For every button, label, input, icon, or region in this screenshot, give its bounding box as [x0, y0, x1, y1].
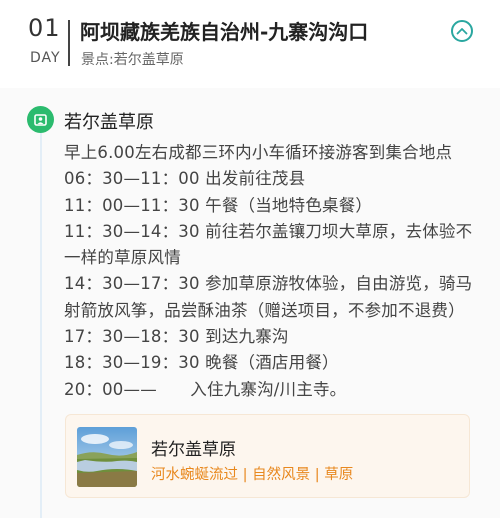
spot-name: 若尔盖草原 — [64, 112, 154, 133]
day-detail-panel: 若尔盖草原 早上6.00左右成都三环内小车循环接游客到集合地点 06：30—11… — [0, 88, 500, 518]
itinerary-line: 14：30—17：30 参加草原游牧体验，自由游览，骑马 — [64, 274, 473, 294]
itinerary-line: 11：30—14：30 前往若尔盖镶刀坝大草原，去体验不 — [64, 221, 473, 241]
itinerary-list: 早上6.00左右成都三环内小车循环接游客到集合地点 06：30—11：00 出发… — [64, 140, 474, 403]
timeline-line — [40, 128, 42, 518]
day-number: 01 — [28, 14, 61, 42]
day-divider — [68, 20, 70, 66]
itinerary-line: 一样的草原风情 — [64, 248, 181, 268]
card-title: 若尔盖草原 — [151, 440, 236, 460]
spot-card[interactable]: 若尔盖草原 河水蜿蜒流过 | 自然风景 | 草原 — [65, 414, 470, 498]
itinerary-line: 20：00—— 入住九寨沟/川主寺。 — [64, 379, 347, 399]
card-tags: 河水蜿蜒流过 | 自然风景 | 草原 — [151, 467, 354, 483]
itinerary-line: 06：30—11：00 出发前往茂县 — [64, 169, 306, 189]
itinerary-line: 17：30—18：30 到达九寨沟 — [64, 327, 289, 347]
itinerary-line: 11：00—11：30 午餐（当地特色桌餐） — [64, 195, 373, 215]
location-pin-icon — [27, 106, 54, 133]
itinerary-line: 射箭放风筝，品尝酥油茶（赠送项目，不参加不退费） — [64, 300, 465, 320]
collapse-button[interactable] — [451, 20, 473, 42]
day-header: 01 DAY 阿坝藏族羌族自治州-九寨沟沟口 景点:若尔盖草原 — [0, 0, 500, 88]
day-label: DAY — [30, 50, 61, 66]
chevron-up-icon — [456, 28, 468, 35]
itinerary-line: 18：30—19：30 晚餐（酒店用餐） — [64, 353, 339, 373]
spot-summary: 景点:若尔盖草原 — [81, 52, 184, 68]
itinerary-line: 早上6.00左右成都三环内小车循环接游客到集合地点 — [64, 143, 453, 162]
route-title: 阿坝藏族羌族自治州-九寨沟沟口 — [80, 20, 369, 44]
spot-photo — [77, 427, 137, 487]
